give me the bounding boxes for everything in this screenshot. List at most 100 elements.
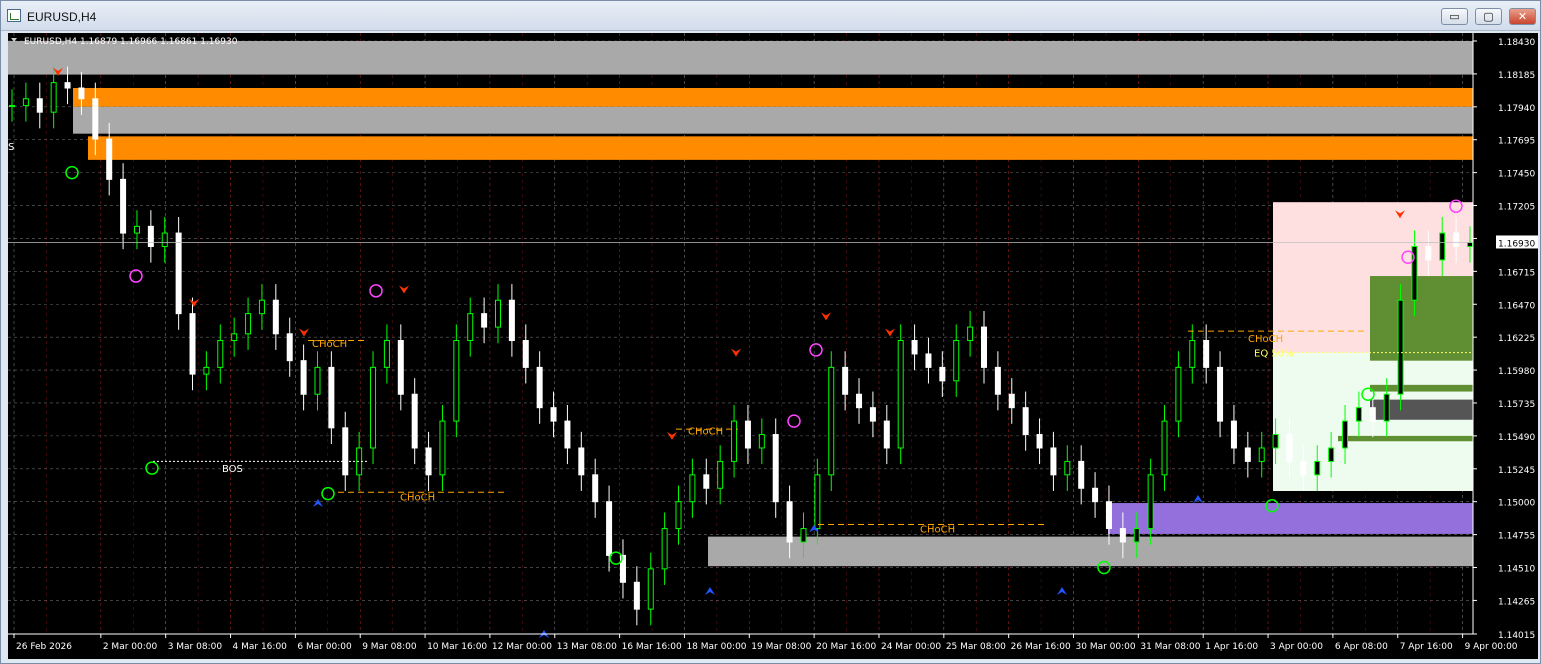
- candle-body: [508, 299, 515, 342]
- candle-body: [911, 340, 918, 355]
- x-tick-label: 12 Mar 00:00: [492, 642, 552, 652]
- candle-body: [1369, 407, 1376, 422]
- x-tick-label: 9 Apr 00:00: [1465, 642, 1518, 652]
- candle-body: [1258, 447, 1265, 462]
- y-tick-label: 1.14265: [1498, 597, 1535, 607]
- candle-body: [1383, 393, 1390, 422]
- candle-body: [1397, 299, 1404, 395]
- candle-body: [1105, 501, 1112, 530]
- candle-body: [967, 326, 974, 342]
- candle-body: [703, 474, 710, 489]
- candle-body: [92, 98, 99, 140]
- candle-body: [647, 568, 654, 610]
- chart-window-icon: [7, 9, 21, 22]
- y-tick-label: 1.15490: [1498, 433, 1535, 443]
- y-tick-label: 1.18430: [1498, 38, 1535, 48]
- demand-zone-olive: [1370, 276, 1473, 361]
- candle-body: [383, 340, 390, 368]
- candle-body: [786, 501, 793, 543]
- x-tick-label: 2 Mar 00:00: [103, 642, 158, 652]
- x-tick-label: 25 Mar 08:00: [946, 642, 1006, 652]
- candle-body: [481, 313, 488, 328]
- sell-arrow-icon: [885, 328, 895, 337]
- supply-zone-orange-upper: [73, 88, 1473, 107]
- eq-label: EQ 50%: [1254, 349, 1294, 360]
- candle-body: [1286, 434, 1293, 462]
- candle-body: [36, 98, 43, 113]
- x-tick-label: 31 Mar 08:00: [1140, 642, 1200, 652]
- y-tick-label: 1.17450: [1498, 170, 1535, 180]
- maximize-button[interactable]: ▢: [1475, 8, 1502, 25]
- candle-body: [1217, 366, 1224, 422]
- sell-arrow-icon: [399, 285, 409, 294]
- candle-body: [1092, 487, 1099, 503]
- candle-body: [1008, 393, 1015, 409]
- choch-label: CHoCH: [312, 339, 347, 350]
- candle-body: [314, 366, 321, 395]
- candle-body: [22, 98, 29, 106]
- x-tick-label: 6 Mar 00:00: [297, 642, 352, 652]
- candle-body: [300, 360, 307, 395]
- candle-body: [147, 225, 154, 248]
- candle-body: [1342, 420, 1349, 449]
- y-tick-label: 1.16225: [1498, 334, 1535, 344]
- candle-body: [9, 104, 15, 107]
- candle-body: [550, 407, 557, 422]
- x-tick-label: 1 Apr 16:00: [1205, 642, 1258, 652]
- candle-body: [731, 420, 738, 462]
- candle-body: [689, 474, 696, 503]
- x-tick-label: 30 Mar 00:00: [1076, 642, 1136, 652]
- candle-body: [217, 340, 224, 368]
- candle-body: [717, 460, 724, 489]
- x-tick-label: 4 Mar 16:00: [233, 642, 288, 652]
- x-tick-label: 3 Mar 08:00: [168, 642, 223, 652]
- candle-body: [1203, 340, 1210, 368]
- s-marker-label: S: [8, 142, 14, 153]
- candle-body: [467, 313, 474, 342]
- choch-label: CHoCH: [920, 525, 955, 536]
- candle-body: [1230, 420, 1237, 449]
- candle-body: [522, 340, 529, 368]
- y-tick-label: 1.17205: [1498, 203, 1535, 213]
- candle-body: [64, 82, 71, 89]
- candle-body: [425, 447, 432, 476]
- x-tick-label: 26 Feb 2026: [16, 642, 72, 652]
- candle-body: [1036, 434, 1043, 449]
- choch-label: CHoCH: [688, 427, 723, 438]
- buy-arrow-icon: [1057, 587, 1067, 596]
- candle-body: [953, 340, 960, 382]
- buy-arrow-icon: [313, 499, 323, 508]
- y-tick-label: 1.15000: [1498, 499, 1535, 509]
- y-tick-label: 1.15735: [1498, 400, 1535, 410]
- candle-body: [1314, 460, 1321, 476]
- swing-high-marker: [787, 414, 801, 428]
- candle-body: [1133, 528, 1140, 543]
- candle-body: [1078, 460, 1085, 489]
- candle-body: [161, 232, 168, 248]
- candle-body: [883, 420, 890, 449]
- candle-body: [245, 313, 252, 335]
- candle-body: [120, 178, 127, 234]
- candle-body: [342, 427, 349, 476]
- candle-body: [1439, 232, 1446, 261]
- choch-label: CHoCH: [1248, 334, 1283, 345]
- candle-body: [453, 340, 460, 422]
- window-title: EURUSD,H4: [27, 10, 97, 24]
- swing-low-marker: [145, 461, 159, 475]
- price-chart[interactable]: CHoCH CHoCH CHoCH CHoCH CHoCH EQ 50% BOS S 1.18…: [8, 33, 1538, 659]
- y-tick-label: 1.17695: [1498, 137, 1535, 147]
- candle-body: [50, 82, 57, 113]
- candle-body: [1355, 407, 1362, 422]
- minimize-button[interactable]: ▭: [1441, 8, 1468, 25]
- current-price-label: 1.16930: [1498, 239, 1535, 249]
- swing-high-marker: [369, 284, 383, 298]
- demand-zone-line2: [1338, 435, 1473, 442]
- swing-high-marker: [809, 343, 823, 357]
- chart-canvas[interactable]: CHoCH CHoCH CHoCH CHoCH CHoCH EQ 50% BOS S 1.18…: [8, 33, 1538, 659]
- candle-body: [1244, 447, 1251, 462]
- close-button[interactable]: ✕: [1509, 8, 1536, 25]
- candle-body: [869, 407, 876, 422]
- window-titlebar[interactable]: EURUSD,H4 ▭ ▢ ✕: [1, 1, 1540, 31]
- candle-body: [536, 366, 543, 409]
- demand-zone-line1: [1370, 384, 1473, 392]
